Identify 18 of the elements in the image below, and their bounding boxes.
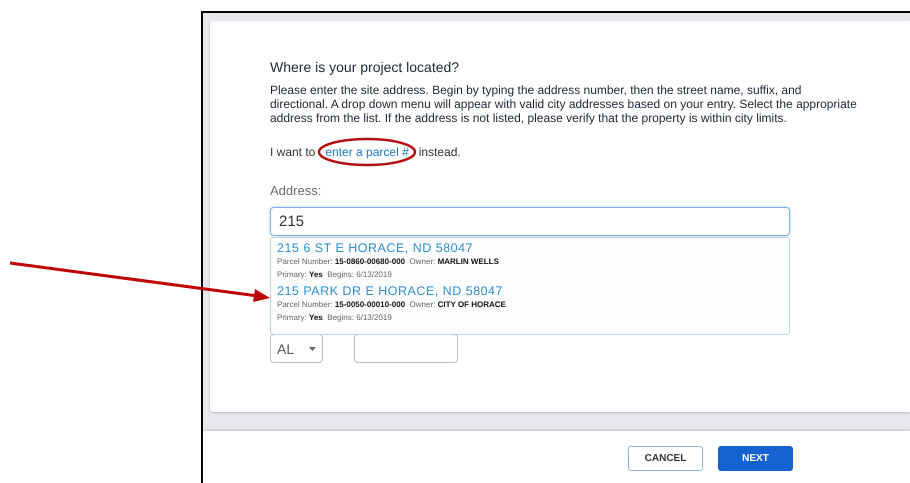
instructions-text: Please enter the site address. Begin by typing the address number, then the street name, suffix, and directional. A drop down menu will appear with valid city addresses based on your entry. Select the appropriate address from the list. If the address is not listed, please verify that the property is within city limits. — [270, 83, 858, 125]
suggestion-details: Parcel Number: 15-0050-00010-000 Owner: CITY OF HORACE — [277, 299, 507, 311]
suggestion-address[interactable]: 215 PARK DR E HORACE, ND 58047 — [277, 284, 783, 298]
prompt-text: instead. — [418, 145, 461, 159]
state-select[interactable]: AL — [270, 334, 323, 363]
next-button[interactable]: NEXT — [718, 446, 793, 471]
suggestion-details: Parcel Number: 15-0860-00680-000 Owner: MARLIN WELLS — [277, 256, 500, 268]
suggestion-details: Primary: Yes Begins: 6/13/2019 — [277, 312, 393, 324]
cancel-button[interactable]: CANCEL — [628, 446, 703, 471]
prompt-text: I want to — [270, 145, 316, 159]
caret-icon — [309, 346, 316, 350]
parcel-link[interactable]: enter a parcel # — [325, 145, 409, 159]
address-label: Address: — [270, 183, 322, 198]
suggestion-details: Primary: Yes Begins: 6/13/2019 — [277, 269, 393, 281]
suggestion-address[interactable]: 215 6 ST E HORACE, ND 58047 — [277, 241, 783, 255]
address-field[interactable]: 215 — [270, 207, 790, 236]
text-field[interactable] — [354, 334, 458, 363]
form-heading: Where is your project located? — [270, 59, 460, 75]
